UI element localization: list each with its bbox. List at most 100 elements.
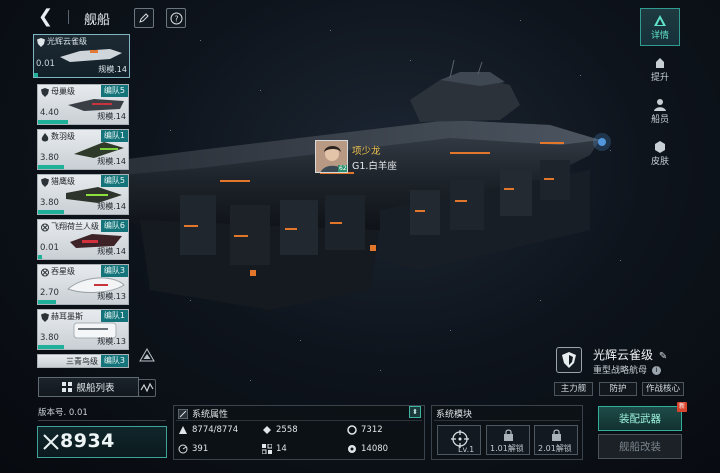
attr-grid: 14 [262,444,287,454]
ship-card-bar [38,345,64,349]
attributes-title: 系统属性 [192,410,229,420]
ship-refit-button[interactable]: 舰船改装 [598,434,682,459]
ship-class: 重型战略航母 i [593,363,661,376]
attributes-icon [178,408,188,419]
skin-icon [655,140,665,153]
sort-button[interactable] [138,379,156,397]
module-slot-2-label: 1.01解锁 [490,444,524,453]
module-slot-3-label: 2.01解锁 [538,444,572,453]
fleet-list-button[interactable]: 舰船列表 [38,377,139,397]
cross-icon [41,223,49,232]
tag-defense[interactable]: 防护 [599,382,637,396]
tab-skin-label: 皮肤 [650,156,669,167]
captain-name: 项少龙 [352,146,381,157]
attr-energy-value: 14080 [361,444,389,454]
ship-card[interactable]: 数羽级 编队1 3.80 规模.14 [37,129,129,170]
upgrade-icon [656,57,664,68]
captain-avatar[interactable]: 62 [315,140,348,173]
hull-icon [179,426,187,434]
tab-crew-label: 船员 [650,114,669,125]
tag-combat-core[interactable]: 作战核心 [642,382,684,396]
ship-card[interactable]: 三青鸟级 编队3 [37,354,129,368]
ship-card-value: 2.70 [40,288,59,298]
tab-crew[interactable]: 船员 [640,92,680,130]
attributes-divider [176,420,422,421]
ship-card[interactable]: 猎鹰级 编队5 3.80 规模.14 [37,174,129,215]
tab-upgrade-label: 提升 [650,72,669,83]
attr-hull-value: 8774/8774 [192,425,239,435]
modules-divider [434,420,580,421]
ship-card-bar [38,165,64,169]
tab-upgrade[interactable]: 提升 [640,50,680,88]
ship-card-name: 三青鸟级 [66,357,98,366]
fleet-badge: 编队3 [100,355,128,367]
shield-emblem-icon [562,352,576,368]
lock-icon [504,429,513,441]
captain-level-badge: 62 [338,165,347,172]
ship-card-bar [38,300,56,304]
ship-card-bar [34,73,38,77]
fleet-filter-icon [139,348,155,362]
shield-icon [41,178,49,187]
back-button[interactable]: ❮ [38,8,56,26]
flame-icon [41,133,49,142]
tag-main-ship[interactable]: 主力舰 [554,382,593,396]
module-slot-2[interactable]: 1.01解锁 [486,425,530,455]
info-icon[interactable]: i [651,366,661,375]
ship-card[interactable]: 光辉云雀级 0.01 规模.14 [33,34,130,78]
attr-armor-value: 2558 [276,425,298,435]
grid-icon [262,444,272,454]
module-slot-1[interactable]: Lv.1 [437,425,481,455]
ship-card[interactable]: 母巢级 编队5 4.40 规模.14 [37,84,129,125]
ship-name: 光辉云雀级 ✎ [593,346,667,363]
pen-icon [139,13,149,23]
ship-card-scale: 规模.14 [97,202,126,211]
question-icon: ? [170,12,182,24]
modules-title: 系统模块 [436,410,473,420]
attr-shield-value: 7312 [361,425,383,435]
attr-speed-value: 391 [192,444,209,454]
ship-class-text: 重型战略航母 [593,366,648,376]
ship-card-scale: 规模.13 [97,337,126,346]
ship-card[interactable]: 飞翔荷兰人级 编队6 0.01 规模.14 [37,219,129,260]
ship-thumbnail [60,49,122,62]
attr-hull: 8774/8774 [178,425,238,435]
speed-icon [178,444,188,454]
ship-card[interactable]: 吞星级 编队3 2.70 规模.13 [37,264,129,305]
module-slot-1-label: Lv.1 [458,445,475,454]
module-slot-3[interactable]: 2.01解锁 [534,425,578,455]
equip-weapons-button[interactable]: 装配武器 [598,406,682,431]
wave-icon [140,382,154,393]
ship-name-text: 光辉云雀级 [593,348,654,362]
captain-rank: G1.白羊座 [352,161,397,172]
version-label: 版本号. 0.01 [38,408,88,418]
ship-card-value: 3.80 [40,153,59,163]
attr-speed: 391 [178,444,208,454]
ship-card[interactable]: 赫耳墨斯 编队1 3.80 规模.13 [37,309,129,350]
fleet-filter-button[interactable] [138,347,156,365]
edit-name-icon[interactable]: ✎ [659,351,667,362]
tab-skin[interactable]: 皮肤 [640,134,680,172]
shield-icon [37,38,45,47]
header-divider [68,10,69,24]
ship-card-bar [38,255,42,259]
combat-power-value: 8934 [60,430,115,452]
svg-text:?: ? [174,14,178,23]
ship-model-illustration[interactable] [120,60,630,360]
ship-card-bar [38,120,68,124]
help-button[interactable]: ? [166,8,186,28]
ship-card-scale: 规模.14 [97,112,126,121]
attr-grid-value: 14 [276,444,287,454]
tab-details[interactable]: 详情 [640,8,680,46]
ship-card-bar [38,210,64,214]
shield-icon [41,88,49,97]
fleet-list-label: 舰船列表 [76,383,115,394]
ship-card-scale: 规模.14 [97,247,126,256]
attr-armor: 2558 [262,425,298,435]
rename-button[interactable] [134,8,154,28]
attributes-toggle-button[interactable]: ⬍ [409,406,421,418]
crew-icon [654,98,666,111]
tab-details-label: 详情 [650,30,669,41]
ship-card-scale: 规模.14 [97,157,126,166]
shield-stat-icon [347,425,357,435]
